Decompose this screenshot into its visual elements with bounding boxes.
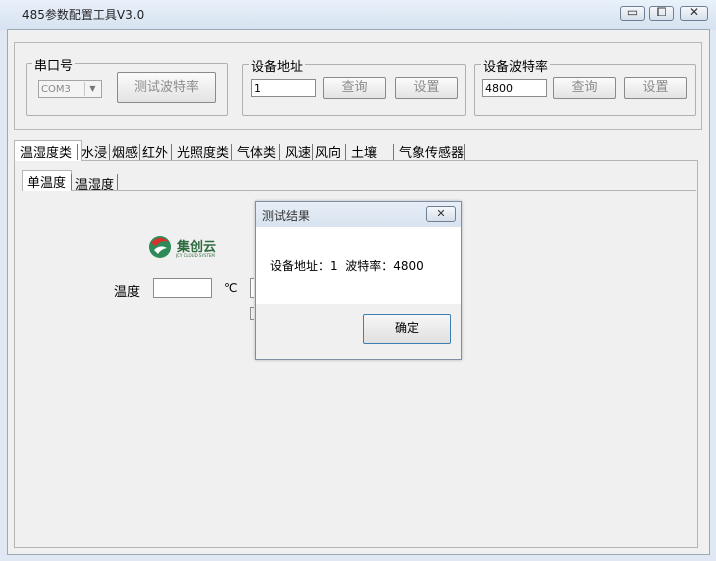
tab-infrared[interactable]: 红外 — [142, 142, 168, 161]
dialog-message: 设备地址：1 波特率：4800 — [270, 259, 424, 273]
tab-separator — [109, 144, 110, 160]
tab-temp-humidity[interactable]: 温湿度类 — [20, 142, 72, 161]
company-logo: 集创云 JCY CLOUD SYSTEM — [147, 234, 227, 262]
tab-separator — [312, 144, 313, 160]
tab-wind-speed[interactable]: 风速 — [285, 142, 311, 161]
tab-soil[interactable]: 土壤 — [351, 142, 377, 161]
ok-button[interactable]: 确定 — [363, 314, 451, 344]
subtab-separator — [71, 174, 72, 190]
baud-set-button[interactable]: 设置 — [624, 77, 687, 99]
tab-smoke[interactable]: 烟感 — [112, 142, 138, 161]
tab-separator — [139, 144, 140, 160]
tab-weather-sensor[interactable]: 气象传感器 — [399, 142, 464, 161]
logo-mark-icon — [149, 236, 171, 258]
device-baud-label: 设备波特率 — [481, 56, 551, 75]
device-baud-input[interactable]: 4800 — [482, 79, 547, 97]
test-result-dialog: 测试结果 ✕ 设备地址：1 波特率：4800 确定 — [255, 201, 462, 360]
address-set-button[interactable]: 设置 — [395, 77, 458, 99]
tab-water-immersion[interactable]: 水浸 — [81, 142, 107, 161]
subtab-strip-line — [72, 190, 696, 191]
device-address-input[interactable]: 1 — [251, 79, 316, 97]
tab-illuminance[interactable]: 光照度类 — [177, 142, 229, 161]
tab-separator — [279, 144, 280, 160]
tab-gas[interactable]: 气体类 — [237, 142, 276, 161]
tab-wind-direction[interactable]: 风向 — [315, 142, 341, 161]
tab-separator — [464, 144, 465, 160]
dialog-title: 测试结果 — [262, 209, 311, 223]
tab-separator — [393, 144, 394, 160]
tab-separator — [345, 144, 346, 160]
baud-query-button[interactable]: 查询 — [553, 77, 616, 99]
subtab-separator — [117, 174, 118, 190]
chevron-down-icon: ▼ — [84, 82, 100, 96]
serial-port-label: 串口号 — [32, 55, 76, 74]
com-port-select[interactable]: COM3 ▼ — [38, 80, 102, 98]
maximize-icon: ⧠ — [656, 5, 667, 19]
logo-tagline: JCY CLOUD SYSTEM — [176, 253, 215, 258]
address-query-button[interactable]: 查询 — [323, 77, 386, 99]
temperature-unit: ℃ — [224, 281, 238, 295]
window-title: 485参数配置工具V3.0 — [22, 8, 145, 22]
maximize-button[interactable]: ⧠ — [649, 5, 674, 21]
temperature-input[interactable] — [153, 278, 212, 298]
close-icon: ✕ — [436, 207, 446, 220]
temperature-label: 温度 — [114, 285, 141, 300]
com-port-value: COM3 — [41, 84, 71, 95]
close-icon: ✕ — [688, 5, 700, 19]
partial-control-edge — [250, 278, 254, 298]
tab-separator — [171, 144, 172, 160]
device-address-label: 设备地址 — [249, 56, 306, 75]
close-button[interactable]: ✕ — [680, 5, 708, 21]
title-bar[interactable]: 485参数配置工具V3.0 ▭ ⧠ ✕ — [0, 0, 716, 30]
test-baud-button[interactable]: 测试波特率 — [117, 72, 216, 103]
dialog-body: 设备地址：1 波特率：4800 — [256, 227, 461, 304]
partial-control-edge — [250, 307, 254, 320]
tab-separator — [231, 144, 232, 160]
dialog-close-button[interactable]: ✕ — [426, 206, 456, 222]
subtab-single-temp[interactable]: 单温度 — [27, 172, 66, 191]
minimize-icon: ▭ — [626, 5, 639, 19]
tab-separator — [77, 144, 78, 160]
minimize-button[interactable]: ▭ — [620, 5, 645, 21]
dialog-title-bar[interactable]: 测试结果 ✕ — [256, 202, 461, 227]
